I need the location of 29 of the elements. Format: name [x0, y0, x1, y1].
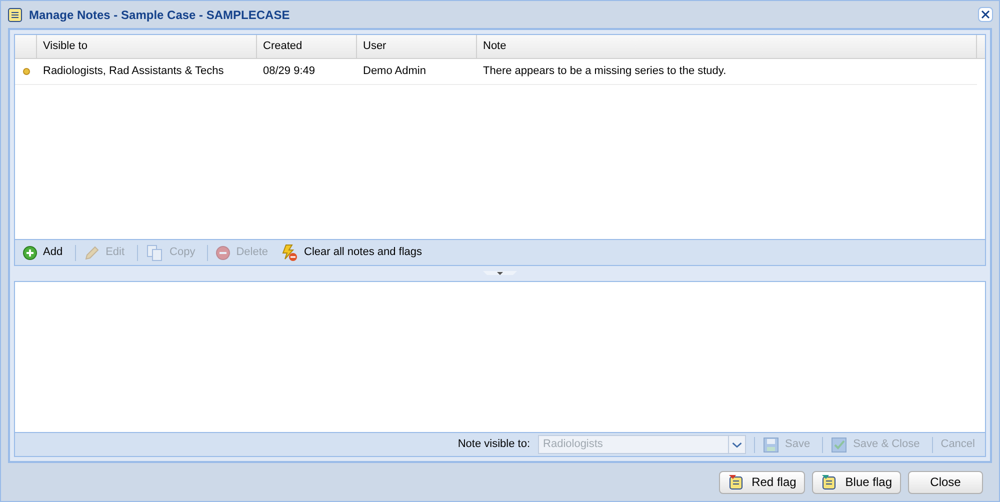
- plus-icon: [23, 246, 37, 260]
- flag-button[interactable]: Red flag: [718, 470, 806, 494]
- table-cell-text: There appears to be a missing series to the study.: [482, 64, 728, 80]
- column-header[interactable]: Visible to: [37, 35, 257, 58]
- note-icon: [7, 6, 23, 22]
- flag-button[interactable]: Blue flag: [812, 470, 901, 494]
- lightning-icon: [280, 244, 298, 262]
- floppy-check-icon: [831, 436, 848, 452]
- close-button[interactable]: [978, 7, 993, 22]
- close-dialog-button[interactable]: Close: [908, 470, 983, 494]
- table-cell-text: Radiologists, Rad Assistants & Techs: [42, 64, 225, 80]
- splitter-handle-icon[interactable]: [483, 271, 517, 276]
- visibility-label: Note visible to:: [458, 437, 530, 452]
- status-dot-icon: [22, 68, 30, 75]
- table-cell-text: 08/29 9:49: [262, 64, 316, 80]
- window-title: Manage Notes - Sample Case - SAMPLECASE: [29, 6, 290, 24]
- table-cell-text: Demo Admin: [362, 64, 427, 80]
- clear-button[interactable]: Clear all notes and flags: [276, 242, 426, 264]
- table-row[interactable]: Radiologists, Rad Assistants & Techs 08/29 9:49 Demo Admin There appears to be a missing series to the study.: [15, 59, 977, 85]
- column-header[interactable]: Created: [257, 35, 357, 58]
- close-icon: [981, 10, 990, 19]
- pencil-icon: [84, 244, 100, 260]
- note-flag-icon: [728, 474, 744, 490]
- copy-icon: [146, 244, 164, 262]
- column-header[interactable]: User: [357, 35, 477, 58]
- note-flag-icon: [821, 474, 838, 490]
- column-header[interactable]: Note: [477, 35, 977, 58]
- minus-icon: [216, 246, 230, 260]
- add-button[interactable]: Add: [19, 242, 67, 264]
